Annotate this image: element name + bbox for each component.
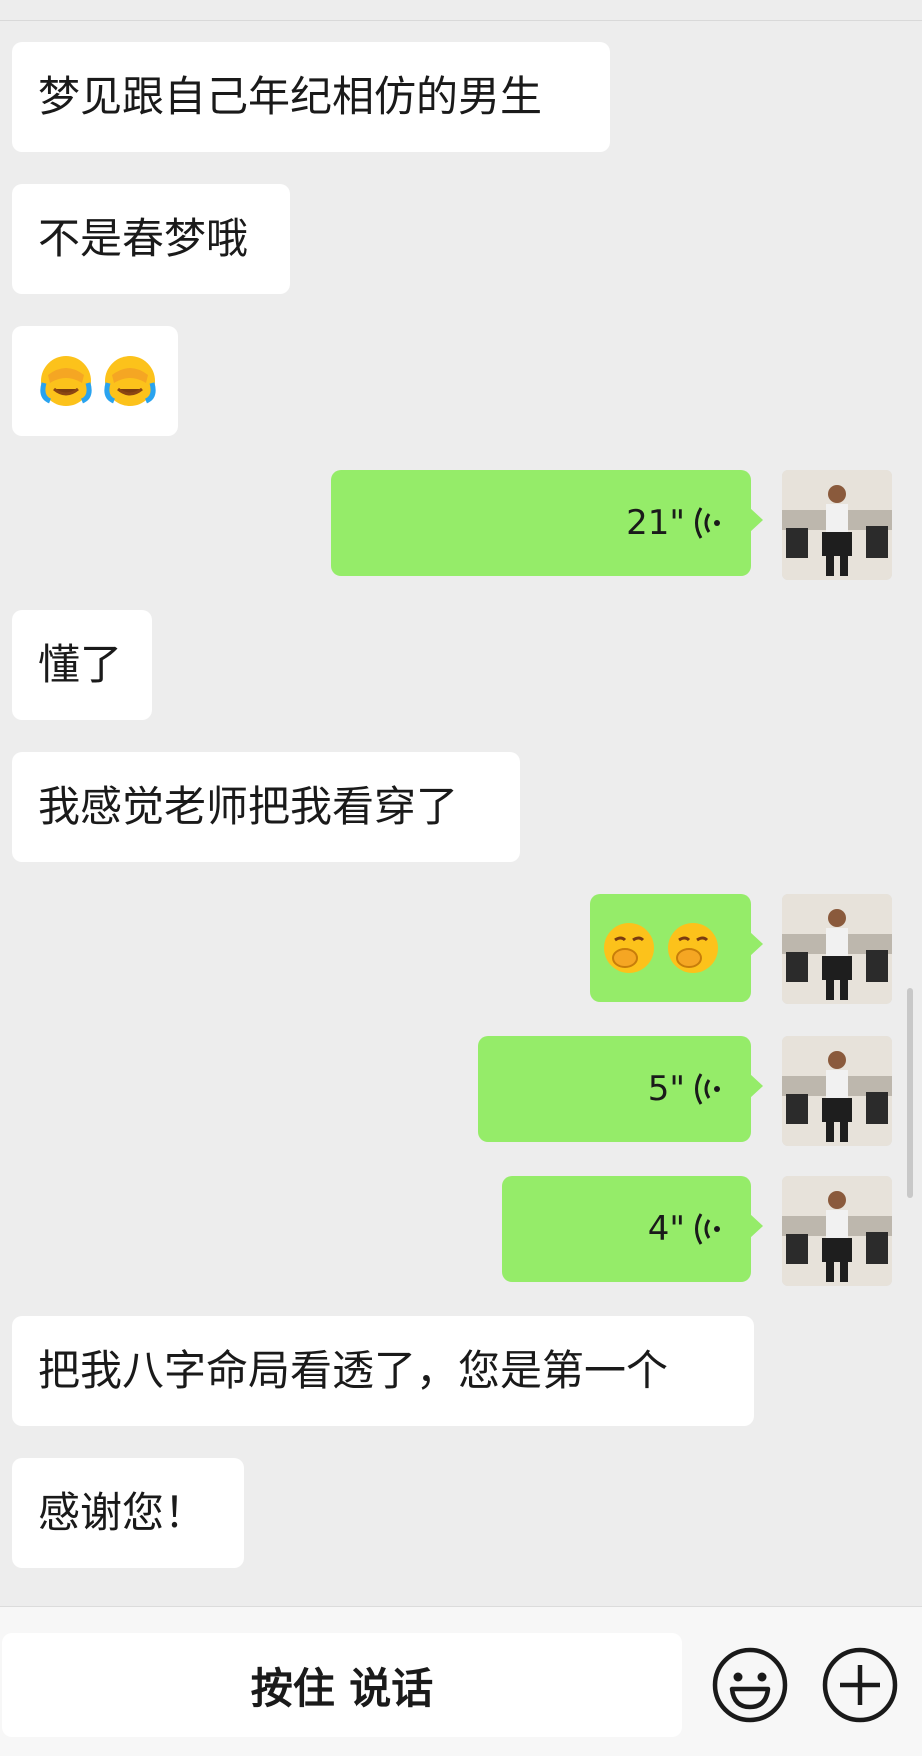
snicker-emoji (668, 923, 718, 973)
voice-wave-icon (695, 507, 720, 539)
hold-to-talk-button[interactable]: 按住 说话 (2, 1633, 682, 1737)
voice-duration: 4" (647, 1209, 685, 1249)
smiley-icon[interactable] (710, 1645, 790, 1725)
message-text: 梦见跟自己年纪相仿的男生 (38, 72, 543, 121)
hold-to-talk-label: 按住 说话 (250, 1663, 434, 1713)
message-bubble-left[interactable]: 懂了 (12, 610, 152, 720)
plus-circle-icon[interactable] (820, 1645, 900, 1725)
voice-wave-icon (695, 1073, 720, 1105)
message-text: 不是春梦哦 (38, 214, 249, 263)
chat-screen: 梦见跟自己年纪相仿的男生 不是春梦哦 21" 懂了 我感觉老师把我看穿了 5" … (0, 0, 922, 1756)
avatar[interactable] (782, 470, 892, 580)
input-bar: 按住 说话 (0, 1606, 922, 1756)
avatar[interactable] (782, 1176, 892, 1286)
message-text: 把我八字命局看透了，您是第一个 (38, 1346, 669, 1395)
scrollbar[interactable] (907, 988, 913, 1198)
facepalm-crying-emoji (104, 356, 156, 406)
message-bubble-left[interactable]: 把我八字命局看透了，您是第一个 (12, 1316, 754, 1426)
voice-message-bubble[interactable]: 5" (478, 1036, 763, 1142)
snicker-emoji (604, 923, 654, 973)
top-divider (0, 20, 922, 21)
voice-message-bubble[interactable]: 21" (331, 470, 763, 576)
message-bubble-left[interactable]: 梦见跟自己年纪相仿的男生 (12, 42, 610, 152)
emoji-message-bubble[interactable] (590, 894, 763, 1002)
voice-wave-icon (695, 1213, 720, 1245)
voice-duration: 21" (626, 503, 685, 543)
message-bubble-left[interactable]: 不是春梦哦 (12, 184, 290, 294)
message-bubble-left-emoji[interactable] (12, 326, 178, 436)
avatar[interactable] (782, 1036, 892, 1146)
facepalm-crying-emoji (40, 356, 92, 406)
voice-message-bubble[interactable]: 4" (502, 1176, 763, 1282)
message-text: 我感觉老师把我看穿了 (38, 782, 459, 831)
message-text: 懂了 (38, 640, 123, 689)
avatar[interactable] (782, 894, 892, 1004)
voice-duration: 5" (647, 1069, 685, 1109)
message-bubble-left[interactable]: 感谢您！ (12, 1458, 244, 1568)
message-bubble-left[interactable]: 我感觉老师把我看穿了 (12, 752, 520, 862)
message-text: 感谢您！ (38, 1488, 207, 1537)
